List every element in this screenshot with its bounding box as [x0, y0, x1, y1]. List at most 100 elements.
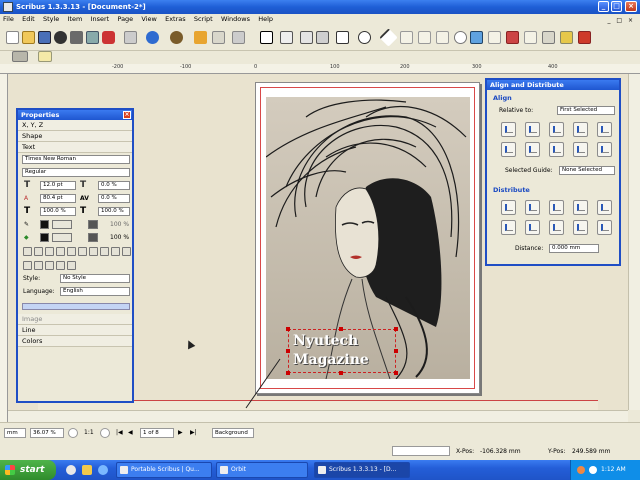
align-block-icon[interactable]	[56, 261, 65, 270]
minimize-button[interactable]: _	[598, 1, 609, 12]
pdf-annotation-icon[interactable]	[12, 51, 28, 62]
align-right-sides-button[interactable]	[597, 122, 612, 137]
start-button[interactable]: start	[0, 460, 56, 480]
cut-icon[interactable]	[170, 31, 183, 44]
line-spacing-field[interactable]: 80.4 pt	[40, 194, 76, 203]
copy-icon[interactable]	[194, 31, 207, 44]
menu-extras[interactable]: Extras	[162, 14, 189, 25]
paste-icon[interactable]	[212, 31, 225, 44]
tray-network-icon[interactable]	[577, 466, 585, 474]
first-page-icon[interactable]: |◀	[116, 428, 123, 437]
distribute-equal-v-button[interactable]	[573, 220, 588, 235]
clock[interactable]: 1:12 AM	[601, 466, 626, 473]
menu-item[interactable]: Item	[65, 14, 86, 25]
font-family-select[interactable]: Times New Roman	[22, 155, 130, 164]
superscript-icon[interactable]	[56, 247, 65, 256]
font-size-field[interactable]: 12.0 pt	[40, 181, 76, 190]
taskbar-item-portable-scribus[interactable]: Portable Scribus | Qu...	[116, 462, 212, 478]
strikethrough-icon[interactable]	[89, 247, 98, 256]
maximize-button[interactable]: □	[611, 1, 622, 12]
menu-script[interactable]: Script	[191, 14, 216, 25]
vertical-scrollbar[interactable]	[628, 74, 640, 410]
align-centers-horizontal-button[interactable]	[549, 142, 564, 157]
layer-select[interactable]: Background	[212, 428, 254, 438]
align-center-icon[interactable]	[34, 261, 43, 270]
align-right-to-left-button[interactable]	[525, 122, 540, 137]
horizontal-scrollbar[interactable]	[8, 410, 628, 422]
menu-style[interactable]: Style	[40, 14, 62, 25]
shadow-icon[interactable]	[111, 247, 120, 256]
clipboard-icon[interactable]	[232, 31, 245, 44]
align-left-sides-button[interactable]	[501, 122, 516, 137]
rotate-icon[interactable]	[436, 31, 449, 44]
zoom-ratio[interactable]: 1:1	[84, 428, 94, 437]
edit-content-icon[interactable]	[470, 31, 483, 44]
align-top-to-bottom-button[interactable]	[573, 142, 588, 157]
outline-icon[interactable]	[100, 247, 109, 256]
palette-scrollbar[interactable]	[22, 303, 130, 310]
all-caps-icon[interactable]	[67, 247, 76, 256]
print-icon[interactable]	[70, 31, 83, 44]
text-frame-icon[interactable]	[280, 31, 293, 44]
fill-color-swatch[interactable]	[40, 233, 49, 242]
distribute-top-button[interactable]	[501, 220, 516, 235]
pdf-field-icon[interactable]	[38, 51, 52, 62]
quick-launch-icon[interactable]	[98, 465, 108, 475]
menu-view[interactable]: View	[138, 14, 159, 25]
align-left-to-right-button[interactable]	[573, 122, 588, 137]
contour-icon[interactable]	[122, 247, 131, 256]
open-folder-icon[interactable]	[22, 31, 35, 44]
table-icon[interactable]	[316, 31, 329, 44]
align-top-sides-button[interactable]	[501, 142, 516, 157]
distribute-centers-h-button[interactable]	[525, 200, 540, 215]
menu-edit[interactable]: Edit	[19, 14, 38, 25]
distribute-centers-v-button[interactable]	[525, 220, 540, 235]
distribute-equal-h-button[interactable]	[573, 200, 588, 215]
distribute-right-button[interactable]	[549, 200, 564, 215]
preflight-icon[interactable]	[86, 31, 99, 44]
scale-width-field[interactable]: 100.0 %	[40, 207, 76, 216]
menu-windows[interactable]: Windows	[218, 14, 253, 25]
unit-select[interactable]: mm	[4, 428, 26, 438]
small-caps-icon[interactable]	[78, 247, 87, 256]
image-frame-icon[interactable]	[300, 31, 313, 44]
align-right-icon[interactable]	[45, 261, 54, 270]
distance-field[interactable]: 0.000 mm	[549, 244, 599, 253]
measure-icon[interactable]	[542, 31, 555, 44]
undo-icon[interactable]	[124, 31, 137, 44]
language-select[interactable]: English	[60, 287, 130, 296]
menu-page[interactable]: Page	[114, 14, 136, 25]
distribute-distance-v-button[interactable]	[597, 220, 612, 235]
pdf-tools-icon[interactable]	[578, 31, 591, 44]
underline-icon[interactable]	[23, 247, 32, 256]
redo-icon[interactable]	[146, 31, 159, 44]
taskbar-item-orbit[interactable]: Orbit	[216, 462, 308, 478]
polygon-icon[interactable]	[358, 31, 371, 44]
font-style-select[interactable]: Regular	[22, 168, 130, 177]
zoom-field[interactable]: 36.07 %	[30, 428, 64, 438]
fill-color-select[interactable]	[52, 233, 72, 242]
tab-xyz[interactable]: X, Y, Z	[18, 120, 132, 131]
align-title-bar[interactable]: Align and Distribute	[487, 80, 619, 90]
edit-text-icon[interactable]	[488, 31, 501, 44]
tab-text[interactable]: Text	[18, 142, 132, 153]
menu-help[interactable]: Help	[255, 14, 276, 25]
zoom-in-icon[interactable]	[100, 428, 110, 438]
underline-words-icon[interactable]	[34, 247, 43, 256]
export-pdf-icon[interactable]	[102, 31, 115, 44]
relative-to-select[interactable]: First Selected	[557, 106, 615, 115]
tab-colors[interactable]: Colors	[18, 336, 132, 347]
style-select[interactable]: No Style	[60, 274, 130, 283]
next-page-icon[interactable]: ▶	[178, 428, 183, 437]
zoom-icon[interactable]	[454, 31, 467, 44]
last-page-icon[interactable]: ▶|	[190, 428, 197, 437]
taskbar-item-scribus[interactable]: Scribus 1.3.3.13 - [D...	[314, 462, 410, 478]
kerning-field[interactable]: 0.0 %	[98, 194, 130, 203]
close-document-icon[interactable]	[54, 31, 67, 44]
line-icon[interactable]	[379, 28, 398, 47]
select-arrow-icon[interactable]	[260, 31, 273, 44]
tab-shape[interactable]: Shape	[18, 131, 132, 142]
menu-insert[interactable]: Insert	[88, 14, 113, 25]
selected-guide-select[interactable]: None Selected	[559, 166, 615, 175]
distribute-distance-h-button[interactable]	[597, 200, 612, 215]
